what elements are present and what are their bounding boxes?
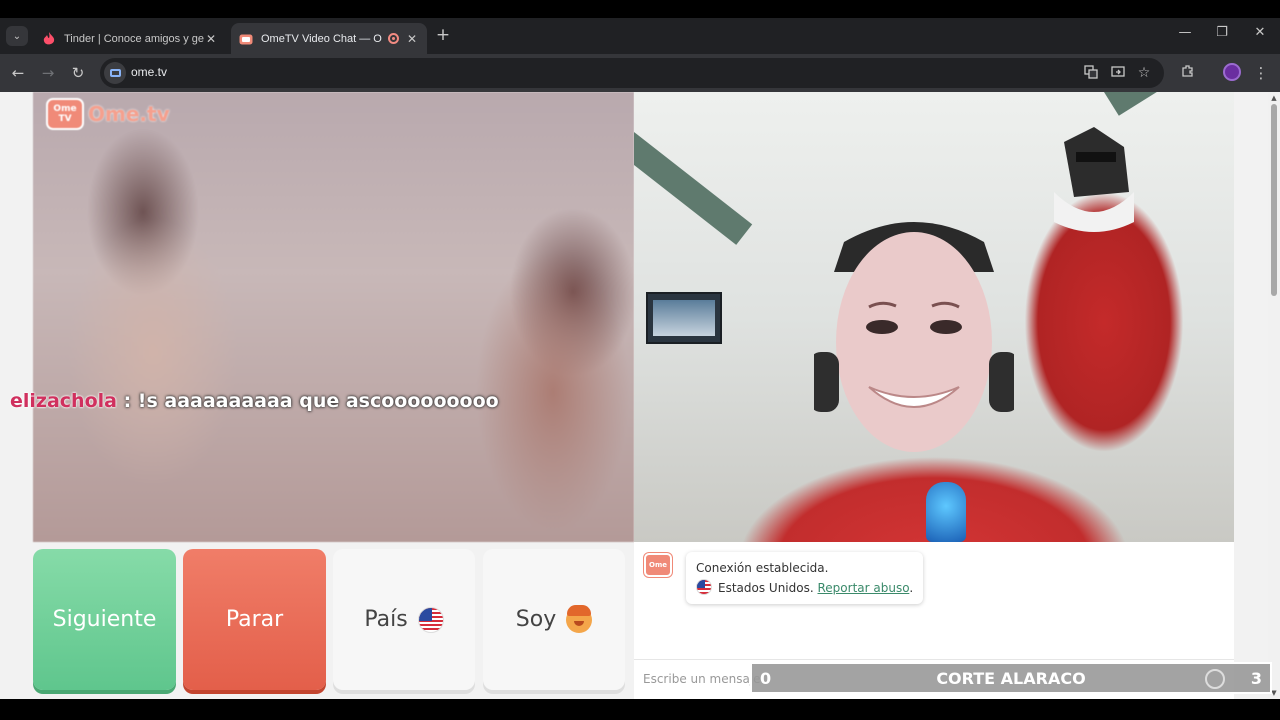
tab-title: OmeTV Video Chat — Ome [261,32,382,45]
overlay-chat-text: : !s aaaaaaaaaa que ascooooooooo [116,390,499,412]
mask-face-icon [814,222,1014,452]
browser-toolbar: ← → ↻ ome.tv ☆ ⋮ [0,54,1280,92]
logo-badge: Ome TV [46,98,84,130]
gender-button-label: Soy [515,607,557,632]
country-button[interactable]: País [333,549,475,690]
costume-helmet-icon [1054,127,1134,232]
translate-icon[interactable] [1083,65,1099,81]
ometv-favicon [239,32,253,46]
screen-bottom-bar [0,699,1280,720]
next-button-label: Siguiente [52,607,157,632]
us-flag-icon [417,606,444,633]
tab-tinder[interactable]: Tinder | Conoce amigos y gente ✕ [34,23,226,54]
scroll-up-icon[interactable]: ▲ [1270,94,1278,102]
stranger-video: Ome TV Ome.tv [33,92,634,542]
screen-top-bar [0,0,1280,18]
extensions-icon[interactable] [1178,63,1198,83]
report-abuse-link[interactable]: Reportar abuso [818,581,910,595]
url-text[interactable]: ome.tv [131,65,167,79]
window-close-icon[interactable]: ✕ [1250,25,1270,45]
close-icon[interactable]: ✕ [405,32,419,46]
cast-icon[interactable] [1110,65,1126,81]
boy-face-icon [566,604,593,633]
restore-icon[interactable]: ❐ [1212,25,1232,45]
ometv-logo[interactable]: Ome TV Ome.tv [46,98,170,130]
ometv-chat-logo-icon: Ome [644,553,672,577]
tab-search-button[interactable]: ⌄ [6,26,28,46]
logo-text: Ome.tv [88,102,170,126]
menu-icon[interactable]: ⋮ [1251,63,1271,83]
ceiling-beam [1104,92,1234,116]
self-video [634,92,1234,542]
tab-strip: ⌄ Tinder | Conoce amigos y gente ✕ OmeTV… [0,18,1280,54]
score-left: 0 [760,669,772,688]
minimize-icon[interactable]: — [1175,25,1195,45]
tinder-flame-icon [42,31,56,46]
stop-button[interactable]: Parar [183,549,326,690]
microphone-icon [926,482,966,542]
stream-score-overlay: CORTE ALARACO 0 3 [750,662,1272,694]
partner-country: Estados Unidos. [718,581,814,595]
scrollbar-thumb[interactable] [1271,104,1277,296]
recording-indicator-icon [388,33,399,44]
gender-button[interactable]: Soy [483,549,625,690]
overlay-chat-username: elizachola [10,390,117,412]
system-message: Conexión establecida. Estados Unidos. Re… [686,552,924,604]
address-bar[interactable]: ome.tv ☆ [100,58,1164,88]
connection-status: Conexión establecida. [696,561,829,575]
stop-button-label: Parar [225,607,284,632]
page-scrollbar[interactable]: ▲ ▼ [1268,92,1280,699]
close-icon[interactable]: ✕ [204,32,218,46]
overlay-chat-message: elizachola : !s aaaaaaaaaa que ascoooooo… [10,390,499,412]
ceiling-beam [634,132,753,245]
star-icon[interactable]: ☆ [1136,65,1152,81]
back-icon[interactable]: ← [8,63,28,83]
score-right: 3 [1250,669,1262,688]
wall-tv [646,292,722,344]
tab-title: Tinder | Conoce amigos y gente [64,32,204,45]
browser-chrome: ⌄ Tinder | Conoce amigos y gente ✕ OmeTV… [0,18,1280,92]
forward-icon[interactable]: → [38,63,58,83]
us-flag-icon [696,579,712,595]
new-tab-button[interactable]: + [434,25,452,47]
chat-input-placeholder: Escribe un mensaje [643,672,761,686]
ometv-page: Ome TV Ome.tv elizachola : !s aaaaaaaaaa… [0,92,1268,699]
profile-avatar[interactable] [1223,63,1241,81]
chevron-down-icon: ⌄ [12,30,22,42]
smiley-icon [1205,669,1225,689]
score-title: CORTE ALARACO [936,669,1086,688]
reload-icon[interactable]: ↻ [68,63,88,83]
site-info-icon[interactable] [104,62,126,84]
next-button[interactable]: Siguiente [33,549,176,690]
country-button-label: País [364,607,408,632]
tab-ometv[interactable]: OmeTV Video Chat — Ome ✕ [231,23,427,54]
